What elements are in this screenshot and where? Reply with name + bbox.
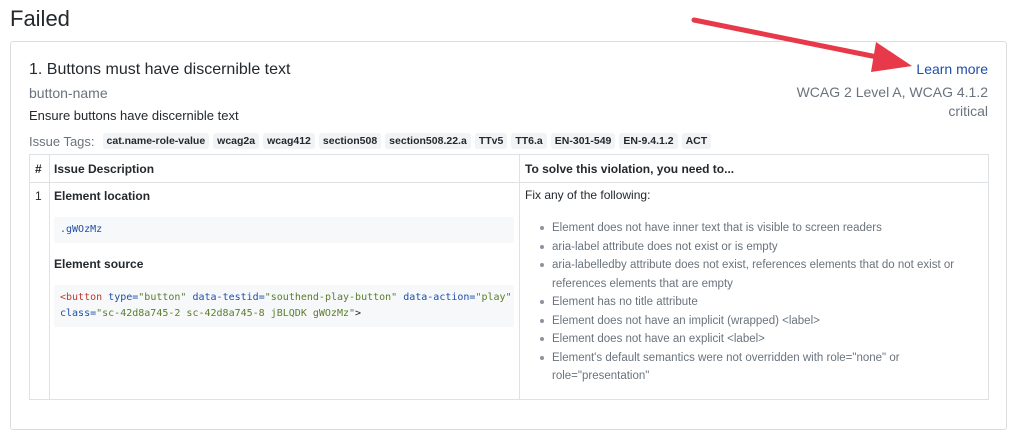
- fix-list: Element does not have inner text that is…: [540, 219, 980, 386]
- element-location-code[interactable]: .gWOzMz: [54, 217, 514, 243]
- issue-tag: EN-9.4.1.2: [619, 133, 678, 149]
- issue-tag: TT6.a: [511, 133, 547, 149]
- issue-tag: cat.name-role-value: [102, 133, 210, 149]
- learn-more-link[interactable]: Learn more: [916, 61, 988, 77]
- element-source-label: Element source: [54, 257, 144, 271]
- header-issue-description: Issue Description: [54, 162, 155, 176]
- header-divider: [30, 182, 988, 183]
- fix-item: Element's default semantics were not ove…: [540, 349, 980, 386]
- source-line-2: class="sc-42d8a745-2 sc-42d8a745-8 jBLQD…: [60, 308, 362, 319]
- impact-level: critical: [948, 103, 988, 119]
- issue-tag: ACT: [681, 133, 712, 149]
- fix-item: aria-labelledby attribute does not exist…: [540, 256, 980, 293]
- rule-id: button-name: [29, 85, 108, 101]
- rule-description: Ensure buttons have discernible text: [29, 108, 239, 123]
- fix-item: aria-label attribute does not exist or i…: [540, 238, 980, 257]
- element-location-label: Element location: [54, 189, 151, 203]
- fix-item: Element does not have an explicit <label…: [540, 330, 980, 349]
- fix-intro: Fix any of the following:: [525, 188, 651, 202]
- issue-tag: EN-301-549: [550, 133, 616, 149]
- issue-tag: wcag2a: [213, 133, 260, 149]
- element-source-code[interactable]: <button type="button" data-testid="south…: [54, 285, 514, 327]
- red-arrow-icon: [691, 17, 912, 72]
- source-line-1: <button type="button" data-testid="south…: [60, 292, 512, 303]
- header-number: #: [35, 162, 42, 176]
- issue-tags: Issue Tags: cat.name-role-value wcag2a w…: [29, 132, 712, 150]
- issue-tag: section508.22.a: [385, 133, 471, 149]
- issue-tags-label: Issue Tags:: [29, 133, 95, 149]
- violation-card: 1. Buttons must have discernible text bu…: [10, 41, 1007, 430]
- issue-tag: wcag412: [263, 133, 315, 149]
- page-heading: Failed: [10, 6, 70, 31]
- column-number: # 1: [30, 155, 50, 399]
- wcag-criteria: WCAG 2 Level A, WCAG 4.1.2: [796, 84, 988, 100]
- fix-item: Element does not have an implicit (wrapp…: [540, 312, 980, 331]
- element-location-selector: .gWOzMz: [60, 224, 103, 235]
- header-solution: To solve this violation, you need to...: [525, 162, 735, 176]
- row-number: 1: [35, 189, 42, 203]
- fix-item: Element has no title attribute: [540, 293, 980, 312]
- column-description: Issue Description Element location .gWOz…: [50, 155, 520, 399]
- fix-item: Element does not have inner text that is…: [540, 219, 980, 238]
- issue-tag: TTv5: [474, 133, 508, 149]
- issue-tag: section508: [318, 133, 382, 149]
- rule-title: 1. Buttons must have discernible text: [29, 61, 291, 78]
- column-fix: To solve this violation, you need to... …: [520, 155, 988, 399]
- issue-table: # 1 Issue Description Element location .…: [29, 154, 989, 400]
